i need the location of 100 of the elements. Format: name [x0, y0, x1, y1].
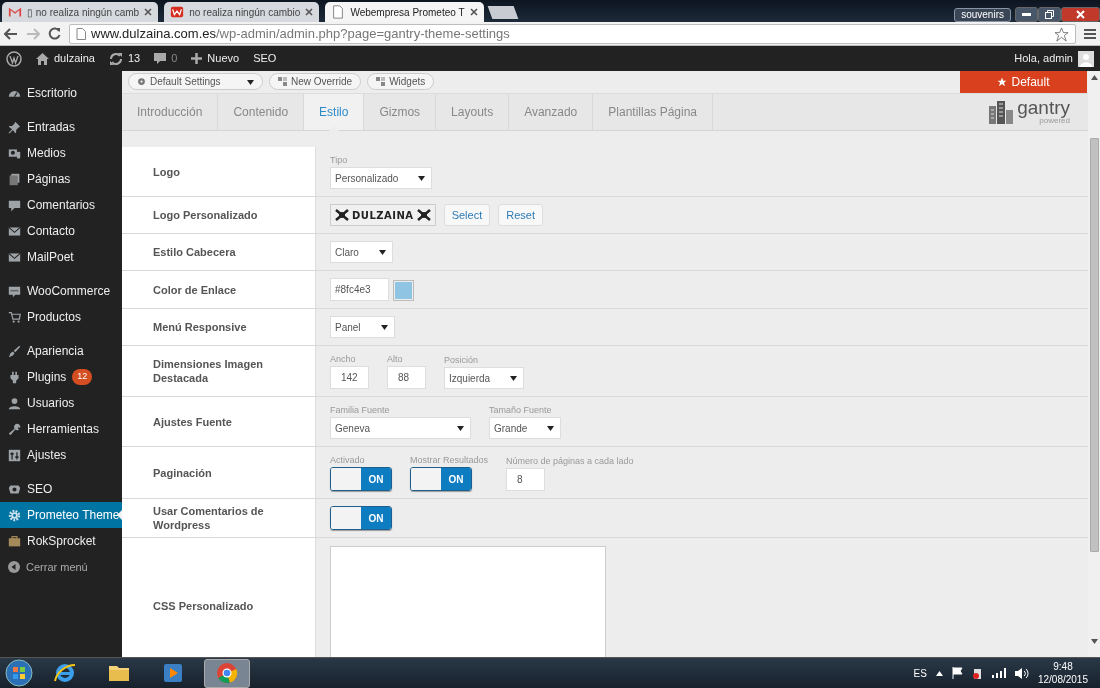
collapse-icon: [8, 561, 20, 573]
default-button[interactable]: Default: [960, 71, 1087, 93]
setting-label: Estilo Cabecera: [122, 234, 316, 270]
language-indicator[interactable]: ES: [913, 665, 927, 681]
sidebar-item[interactable]: Páginas: [0, 166, 122, 192]
browser-tab[interactable]: Webempresa Prometeo T: [325, 2, 484, 22]
sidebar-item[interactable]: RokSprocket: [0, 528, 122, 554]
clock-date: 12/08/2015: [1037, 673, 1088, 686]
plus-icon: [191, 53, 203, 64]
toggle-switch[interactable]: ON: [330, 506, 392, 530]
power-icon: [971, 666, 983, 680]
field-caption: Tipo: [330, 154, 349, 167]
sidebar-item[interactable]: Apariencia: [0, 338, 122, 364]
plug-icon: [8, 370, 21, 384]
caret-icon: [378, 249, 386, 255]
new-link[interactable]: Nuevo: [191, 50, 240, 67]
signal-icon: [991, 668, 1006, 678]
browser-icon: [53, 661, 77, 685]
briefcase-icon: [8, 534, 21, 548]
taskbar-app[interactable]: [204, 658, 250, 688]
color-swatch[interactable]: [393, 280, 414, 301]
action-button[interactable]: Select: [443, 204, 491, 226]
toolbar-button[interactable]: New Override: [269, 73, 362, 90]
widget-icon: [376, 77, 386, 86]
setting-label: Usar Comentarios de Wordpress: [122, 499, 316, 537]
sidebar-item[interactable]: Contacto: [0, 218, 122, 244]
clock-time: 9:48: [1052, 660, 1074, 673]
caret-icon: [547, 425, 555, 431]
sidebar-item[interactable]: Escritorio: [0, 80, 122, 106]
page-icon: [76, 27, 86, 40]
minimize-button[interactable]: [1015, 7, 1038, 22]
setting-label: Logo: [122, 147, 316, 196]
wrench-icon: [8, 422, 21, 436]
sliders-icon: [8, 448, 21, 462]
preset-dropdown[interactable]: Default Settings: [128, 73, 263, 90]
color-input[interactable]: #8fc4e3: [330, 278, 389, 301]
toggle-switch[interactable]: ON: [410, 467, 472, 491]
new-tab-button[interactable]: [487, 6, 518, 19]
sidebar-item[interactable]: Herramientas: [0, 416, 122, 442]
browser-tab[interactable]: no realiza ningún cambio: [164, 2, 320, 22]
pushpin-icon: [8, 120, 21, 134]
sidebar-item[interactable]: Ajustes: [0, 442, 122, 468]
brand-name: gantry: [1017, 99, 1070, 117]
updates-link[interactable]: 13: [109, 50, 141, 67]
logo-text: DULZAINA: [352, 208, 414, 223]
dropdown[interactable]: Geneva: [330, 417, 471, 439]
seo-link[interactable]: SEO: [253, 50, 277, 67]
sidebar-item[interactable]: WooCommerce: [0, 278, 122, 304]
scrollbar[interactable]: [1088, 71, 1100, 657]
sidebar-item[interactable]: Plugins 12: [0, 364, 122, 390]
dropdown[interactable]: Grande: [489, 417, 562, 439]
dropdown[interactable]: Personalizado: [330, 167, 433, 189]
input-field[interactable]: 8: [506, 468, 546, 491]
caret-icon: [510, 375, 518, 381]
account-link[interactable]: Hola, admin: [1014, 50, 1094, 67]
field-caption: Número de páginas a cada lado: [506, 455, 634, 468]
close-button[interactable]: [1061, 7, 1100, 22]
crossbones-icon: [416, 209, 431, 221]
field-caption: Activado: [330, 454, 366, 467]
close-icon: [1076, 10, 1085, 19]
dropdown[interactable]: Izquierda: [444, 367, 525, 389]
caret-icon: [457, 425, 464, 431]
input-field[interactable]: 142: [330, 366, 369, 389]
setting-label: Logo Personalizado: [122, 197, 316, 233]
toggle-switch[interactable]: ON: [330, 467, 392, 491]
profile-button[interactable]: souvenirs: [954, 8, 1011, 22]
refresh-icon: [109, 52, 123, 65]
menu-icon: [1084, 27, 1096, 40]
dropdown[interactable]: Claro: [330, 241, 393, 263]
sidebar-item[interactable]: Prometeo Theme: [0, 502, 122, 528]
forward-icon: [26, 27, 40, 40]
minimize-icon: [1022, 13, 1031, 16]
action-button[interactable]: Reset: [498, 204, 543, 226]
sidebar-item[interactable]: Usuarios: [0, 390, 122, 416]
site-link[interactable]: dulzaina: [36, 50, 95, 67]
pages-icon: [8, 172, 21, 186]
envelope-icon: [8, 224, 21, 238]
sidebar-item[interactable]: SEO: [0, 476, 122, 502]
input-field[interactable]: 88: [387, 366, 426, 389]
comments-link[interactable]: 0: [154, 50, 178, 67]
sidebar-item[interactable]: Medios: [0, 140, 122, 166]
browser-tab[interactable]: ▯ no realiza ningún camb: [2, 2, 159, 22]
sidebar-item[interactable]: Productos: [0, 304, 122, 330]
field-caption: Mostrar Resultados: [410, 454, 489, 467]
sidebar-item[interactable]: Comentarios: [0, 192, 122, 218]
sidebar-item[interactable]: MailPoet: [0, 244, 122, 270]
address-field[interactable]: www.dulzaina.com.es/wp-admin/admin.php?page=gantry-theme-settings: [69, 23, 1076, 44]
collapse-menu-link[interactable]: Cerrar menú: [0, 554, 122, 580]
wordpress-logo-icon: [6, 50, 22, 67]
speaker-icon: [1014, 667, 1029, 679]
chat-box-icon: [8, 284, 21, 298]
brand-tagline: powered: [1039, 117, 1070, 125]
browser-icon: [215, 661, 239, 685]
buildings-icon: [988, 100, 1015, 124]
field-caption: Tamaño Fuente: [489, 404, 553, 417]
home-icon: [36, 52, 49, 65]
maximize-button[interactable]: [1038, 7, 1061, 22]
sidebar-item[interactable]: Entradas: [0, 114, 122, 140]
dropdown[interactable]: Panel: [330, 316, 395, 338]
toolbar-button[interactable]: Widgets: [367, 73, 435, 90]
